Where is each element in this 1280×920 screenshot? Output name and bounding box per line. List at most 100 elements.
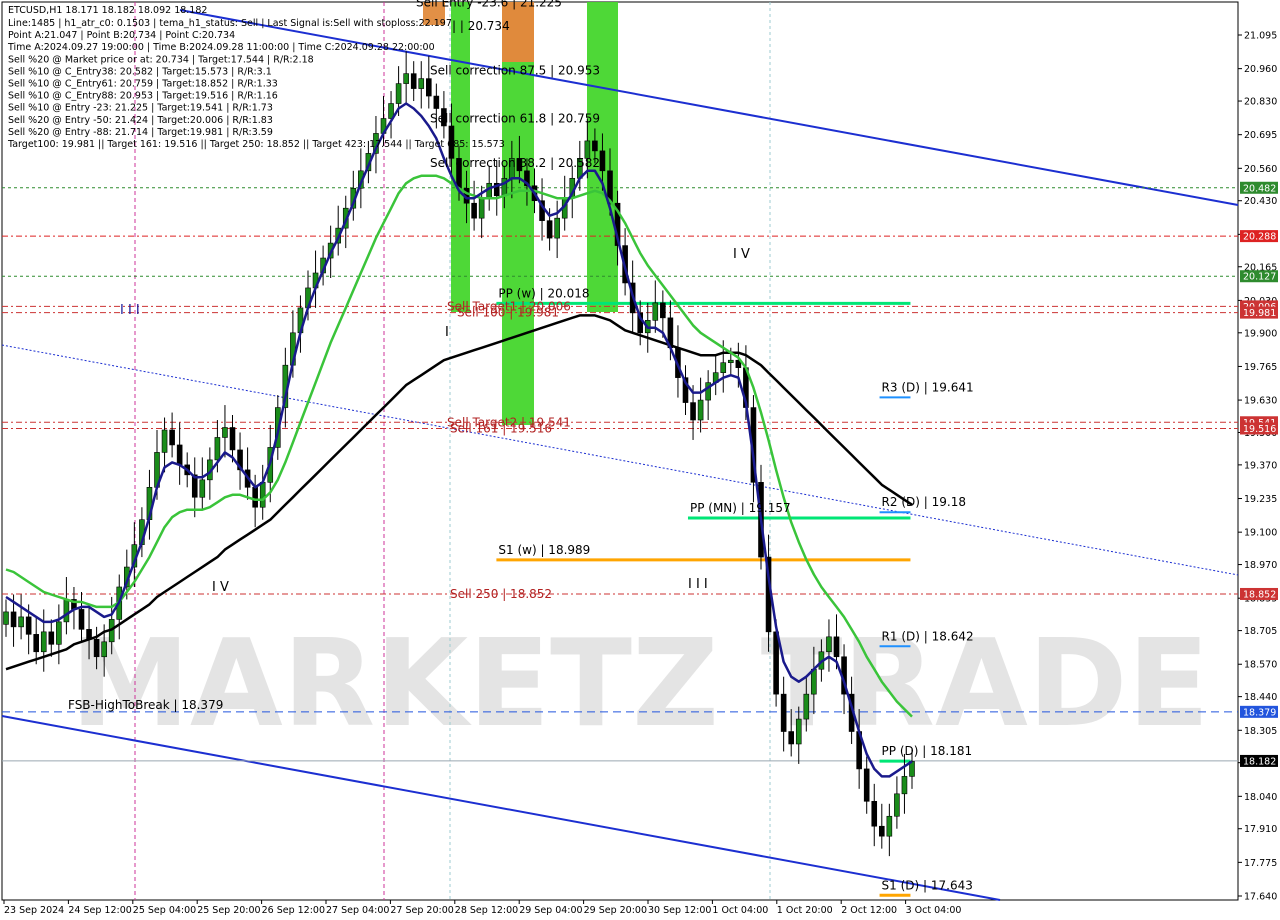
wave-label: I V (212, 580, 229, 595)
info-line: Sell %20 @ Entry -88: 21.714 | Target:19… (8, 127, 273, 138)
candle-body (214, 437, 221, 461)
candle-body (660, 302, 666, 319)
candle-body (554, 217, 560, 239)
candle-body (901, 776, 908, 795)
pivot-level-label: PP (MN) | 19.157 (690, 501, 791, 515)
price-axis: 21.095 20.960 20.830 20.695 20.560 20.430 20.2… (1238, 31, 1278, 903)
candle-body (720, 362, 727, 373)
price-tag-label: 18.852 (1243, 589, 1276, 600)
price-tag-label: 20.127 (1243, 272, 1276, 283)
time-tick-label: 23 Sep 2024 (4, 905, 64, 916)
price-tick-label: 17.775 (1244, 858, 1277, 869)
candle-body (795, 718, 802, 745)
price-chart[interactable]: MARKETZ TRADE PP (w) | 20.018 S1 (w) | 18… (0, 0, 1280, 920)
price-tick-label: 19.370 (1244, 460, 1277, 471)
candle-body (652, 302, 659, 321)
pivot-level-label: R2 (D) | 19.18 (882, 495, 966, 509)
candle-body (886, 815, 893, 837)
fsb-label: FSB-HighToBreak | 18.379 (68, 698, 223, 712)
candle-body (780, 693, 787, 732)
pivot-level-label: S1 (w) | 18.989 (498, 543, 590, 557)
candle-body (395, 83, 402, 104)
info-line: Sell %10 @ Entry -23: 21.225 | Target:19… (8, 103, 273, 114)
candle-body (826, 636, 832, 653)
candle-body (697, 399, 704, 421)
time-tick-label: 26 Sep 12:00 (262, 905, 325, 916)
info-line: Sell %20 @ Market price or at: 20.734 | … (8, 54, 314, 65)
wave-label: I (445, 325, 449, 340)
price-tag-label: 18.182 (1243, 756, 1276, 767)
price-tick-label: 20.430 (1244, 196, 1277, 207)
candle-body (25, 616, 32, 635)
candle-body (811, 668, 817, 695)
price-tick-label: 21.095 (1244, 31, 1277, 42)
candle-body (878, 825, 885, 837)
time-tick-label: 29 Sep 20:00 (584, 905, 647, 916)
price-tag-label: 20.482 (1243, 183, 1276, 194)
candle-body (871, 801, 878, 827)
time-tick-label: 25 Sep 04:00 (133, 905, 196, 916)
pivot-level-label: R1 (D) | 18.642 (882, 629, 974, 643)
price-tick-label: 18.970 (1244, 560, 1277, 571)
price-tag-label: 18.379 (1243, 707, 1276, 718)
price-tick-label: 19.765 (1244, 362, 1277, 373)
pivot-level-label: PP (D) | 18.181 (882, 744, 973, 758)
sell-label: Sell Target1 | 20.006 (447, 299, 571, 313)
candle-body (833, 636, 840, 658)
sell-label: Sell 161 | 19.516 (450, 421, 552, 435)
price-tick-label: 19.900 (1244, 328, 1277, 339)
candle-body (788, 731, 795, 745)
candle-body (433, 95, 440, 109)
candle-body (3, 611, 9, 625)
watermark: MARKETZ TRADE (70, 615, 1209, 754)
time-axis: 23 Sep 2024 24 Sep 12:00 25 Sep 04:00 25 Se… (3, 900, 962, 916)
candle-body (101, 641, 107, 658)
candle-body (78, 609, 85, 630)
price-tick-label: 20.560 (1244, 164, 1277, 175)
time-tick-label: 30 Sep 12:00 (648, 905, 711, 916)
symbol-header: ETCUSD,H1 18.171 18.182 18.092 18.182 (8, 5, 207, 16)
sell-label: Sell correction 38.2 | 20.582 (430, 156, 600, 170)
candle-body (10, 611, 17, 628)
candle-body (478, 197, 485, 219)
candle-body (803, 693, 810, 720)
candle-body (259, 482, 266, 508)
time-tick-label: 24 Sep 12:00 (68, 905, 131, 916)
price-tick-label: 18.440 (1244, 692, 1277, 703)
candle-body (176, 444, 183, 466)
price-tick-label: 19.100 (1244, 528, 1277, 539)
price-tag-label: 19.981 (1243, 308, 1276, 319)
candle-body (592, 140, 598, 152)
candle-body (63, 599, 70, 623)
price-tag-label: 19.516 (1243, 424, 1276, 435)
sell-label: Sell correction 61.8 | 20.759 (430, 112, 600, 126)
wave-label: I I I (120, 303, 140, 318)
candle-body (546, 220, 553, 239)
info-line: Sell %20 @ Entry -50: 21.424 | Target:20… (8, 115, 273, 126)
pivot-level-label: S1 (D) | 17.643 (882, 878, 973, 892)
candle-body (252, 487, 258, 508)
candle-body (403, 73, 409, 84)
time-tick-label: 27 Sep 20:00 (390, 905, 453, 916)
candle-body (222, 427, 228, 438)
wave-label: I I I (688, 577, 708, 592)
price-tick-label: 18.705 (1244, 626, 1277, 637)
candle-body (418, 78, 425, 89)
time-tick-label: 1 Oct 20:00 (777, 905, 833, 916)
chart-root: MARKETZ TRADE PP (w) | 20.018 S1 (w) | 18… (0, 0, 1280, 920)
time-tick-label: 2 Oct 12:00 (841, 905, 897, 916)
point-b-label: | | 20.734 (452, 19, 510, 33)
info-line: Time A:2024.09.27 19:00:00 | Time B:2024… (7, 42, 435, 53)
candle-body (863, 768, 870, 802)
price-tick-label: 20.830 (1244, 97, 1277, 108)
time-tick-label: 25 Sep 20:00 (197, 905, 260, 916)
price-tick-label: 19.235 (1244, 494, 1277, 505)
time-tick-label: 28 Sep 12:00 (455, 905, 518, 916)
time-tick-label: 3 Oct 04:00 (906, 905, 962, 916)
candle-body (425, 78, 432, 97)
info-line: Target100: 19.981 || Target 161: 19.516 … (7, 139, 505, 150)
price-tick-label: 17.640 (1244, 892, 1277, 903)
price-tick-label: 18.570 (1244, 660, 1277, 671)
candle-body (229, 427, 236, 451)
price-tick-label: 19.630 (1244, 396, 1277, 407)
